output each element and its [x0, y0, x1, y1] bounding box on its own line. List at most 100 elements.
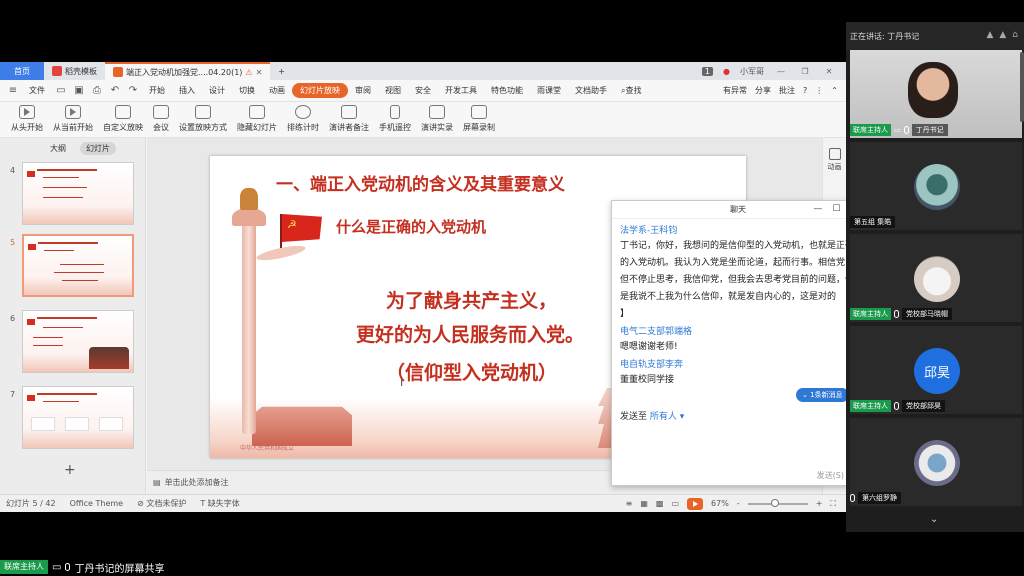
menu-developer[interactable]: 开发工具	[438, 85, 484, 96]
dropdown-icon[interactable]: ▾	[680, 412, 685, 422]
undo-icon[interactable]: ↶	[109, 85, 121, 97]
menu-animation[interactable]: 动画	[262, 85, 292, 96]
menu-rain-classroom[interactable]: 雨课堂	[530, 85, 568, 96]
notes-toggle-icon[interactable]: ≡	[626, 499, 633, 508]
protect-status[interactable]: ⊘ 文档未保护	[137, 498, 186, 509]
save-icon[interactable]: ▣	[73, 85, 85, 97]
share-button[interactable]: 分享	[755, 85, 771, 96]
maximize-icon[interactable]: ☐	[832, 204, 840, 214]
grid-icon[interactable]: ▲	[999, 30, 1006, 40]
open-folder-icon[interactable]: ▭	[55, 85, 67, 97]
thumb-text-line	[54, 272, 104, 273]
help-icon[interactable]: ?	[803, 86, 807, 95]
participants-scrollbar[interactable]	[1020, 52, 1024, 122]
menu-file[interactable]: 文件	[22, 85, 52, 96]
close-window-icon[interactable]: ✕	[822, 67, 836, 76]
rehearse-timing-button[interactable]: 排练计时	[282, 105, 324, 133]
redo-icon[interactable]: ↷	[127, 85, 139, 97]
tab-slides[interactable]: 幻灯片	[80, 141, 116, 155]
animation-pane-label[interactable]: 动画	[828, 162, 842, 172]
thumbnail-row[interactable]: 6	[0, 310, 140, 376]
play-from-current-button[interactable]: 从当前开始	[48, 105, 98, 133]
sync-status[interactable]: 有异常	[723, 85, 747, 96]
slide-text-line-2[interactable]: 更好的为人民服务而入党。	[356, 320, 584, 347]
sorter-view-icon[interactable]: ▩	[656, 499, 664, 508]
missing-font-button[interactable]: T 缺失字体	[200, 498, 239, 509]
thumbnail-row-selected[interactable]: 5	[0, 234, 140, 300]
menu-slideshow[interactable]: 幻灯片放映	[292, 83, 348, 98]
participant-tile[interactable]: 邱昊 联席主持人 党校部邱昊	[850, 326, 1022, 414]
reading-view-icon[interactable]: ▭	[671, 499, 679, 508]
print-icon[interactable]: ⎙	[91, 85, 103, 97]
zoom-out-button[interactable]: -	[737, 499, 740, 508]
custom-show-button[interactable]: 自定义放映	[98, 105, 148, 133]
template-tab[interactable]: 稻壳模板	[44, 62, 105, 80]
meeting-button[interactable]: 会议	[148, 105, 174, 133]
fit-window-icon[interactable]: ⛶	[830, 499, 836, 509]
screen-record-button[interactable]: 屏幕录制	[458, 105, 500, 133]
menu-doc-assistant[interactable]: 文档助手	[568, 85, 614, 96]
chat-title: 聊天	[730, 205, 746, 214]
participant-tile[interactable]: 第五组 集皓	[850, 142, 1022, 230]
comment-button[interactable]: 批注	[779, 85, 795, 96]
send-button[interactable]: 发送(S)	[817, 470, 844, 481]
slide-subtitle[interactable]: 什么是正确的入党动机	[336, 216, 486, 237]
menu-review[interactable]: 审阅	[348, 85, 378, 96]
tab-outline[interactable]: 大纲	[44, 142, 72, 155]
chevron-down-icon[interactable]: ⌄	[930, 514, 938, 525]
more-icon[interactable]: ⋮	[815, 86, 823, 95]
search-button[interactable]: ⌕查找	[614, 85, 648, 96]
menu-transition[interactable]: 切换	[232, 85, 262, 96]
participant-tile[interactable]: 第六组罗静	[850, 418, 1022, 506]
slide-text-line-3[interactable]: （信仰型入党动机）	[386, 358, 557, 385]
menu-right: 有异常 分享 批注 ? ⋮ ⌃	[723, 85, 846, 96]
user-avatar-icon[interactable]: ●	[723, 67, 730, 76]
presenter-notes-button[interactable]: 演讲者备注	[324, 105, 374, 133]
slide-text-line-1[interactable]: 为了献身共产主义，	[386, 286, 557, 313]
setup-show-button[interactable]: 设置放映方式	[174, 105, 232, 133]
slide-thumbnail[interactable]	[22, 162, 134, 225]
play-from-start-button[interactable]: 从头开始	[6, 105, 48, 133]
new-tab-button[interactable]: +	[270, 62, 293, 80]
slide-thumbnail[interactable]	[22, 386, 134, 449]
restore-icon[interactable]: ❐	[798, 67, 812, 76]
menu-design[interactable]: 设计	[202, 85, 232, 96]
send-to-target[interactable]: 所有人	[650, 412, 677, 422]
collapse-ribbon-icon[interactable]: ⌃	[831, 86, 838, 95]
font-icon: T	[200, 499, 206, 508]
minimize-icon[interactable]: —	[774, 67, 788, 76]
thumbnail-row[interactable]: 4	[0, 162, 140, 228]
slide-thumbnail-selected[interactable]	[22, 234, 134, 297]
minimize-icon[interactable]: —	[813, 204, 822, 214]
hide-slide-button[interactable]: 隐藏幻灯片	[232, 105, 282, 133]
participant-tile[interactable]: 联席主持人 ▭ 丁丹书记	[850, 50, 1022, 138]
home-tab[interactable]: 首页	[0, 62, 44, 80]
zoom-slider-knob[interactable]	[771, 498, 780, 507]
document-tab[interactable]: 端正入党动机加强党....04.20(1) ⚠ ✕	[105, 62, 271, 80]
menu-features[interactable]: 特色功能	[484, 85, 530, 96]
menu-view[interactable]: 视图	[378, 85, 408, 96]
normal-view-icon[interactable]: ▦	[640, 499, 648, 508]
thumbnail-row[interactable]: 7	[0, 386, 140, 452]
chat-message-list[interactable]: 法学系-王科钧 丁书记，你好，我想问的是信仰型的入党动机，也就是正确的入党动机。…	[612, 219, 864, 405]
user-name[interactable]: 小军哥	[740, 66, 764, 77]
speech-record-button[interactable]: 演讲实录	[416, 105, 458, 133]
slide-title[interactable]: 一、端正入党动机的含义及其重要意义	[276, 170, 565, 195]
menu-start[interactable]: 开始	[142, 85, 172, 96]
close-tab-icon[interactable]: ✕	[256, 68, 263, 77]
menu-insert[interactable]: 插入	[172, 85, 202, 96]
new-message-button[interactable]: ⌄ 1条新消息	[796, 388, 849, 402]
add-slide-button[interactable]: +	[64, 462, 76, 478]
animation-pane-icon[interactable]	[828, 148, 841, 160]
zoom-in-button[interactable]: +	[816, 499, 823, 508]
lock-icon[interactable]: ⌂	[1012, 30, 1018, 40]
phone-remote-button[interactable]: 手机遥控	[374, 105, 416, 133]
menu-security[interactable]: 安全	[408, 85, 438, 96]
zoom-slider[interactable]	[747, 498, 808, 507]
zoom-level[interactable]: 67%	[711, 499, 729, 508]
slide-thumbnail[interactable]	[22, 310, 134, 373]
hamburger-icon[interactable]: ≡	[7, 85, 19, 97]
participant-tile[interactable]: 联席主持人 党校部马晓帽	[850, 234, 1022, 322]
send-to-selector[interactable]: 发送至 所有人 ▾	[620, 409, 684, 422]
play-slideshow-button[interactable]	[687, 497, 704, 510]
